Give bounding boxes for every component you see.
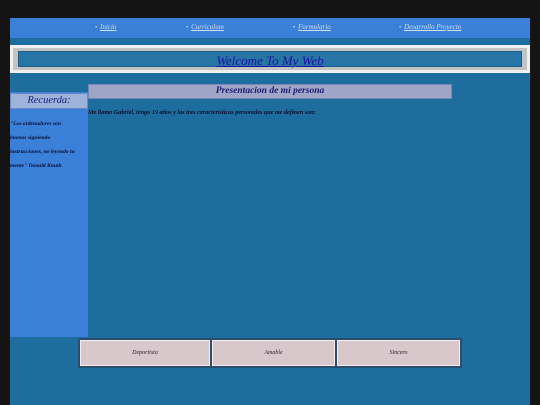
sidebar: Recuerda: "Los ordenadores son buenos si…: [10, 92, 88, 337]
traits-table: Deportista Amable Sincero: [78, 338, 462, 368]
top-navigation: • Inicio • Curriculum • Formulario • Desarro…: [10, 18, 530, 38]
trait-cell-sincero: Sincero: [337, 340, 460, 366]
section-heading: Presentacion de mi persona: [88, 84, 452, 99]
bullet-icon: •: [95, 25, 98, 31]
banner-frame: Welcome To My Web: [10, 45, 530, 73]
sidebar-quote: "Los ordenadores son buenos siguiendo in…: [10, 117, 88, 173]
nav-link-desarrollo-proyecto[interactable]: • Desarrollo Proyecto: [399, 23, 461, 31]
banner: Welcome To My Web: [18, 51, 522, 68]
intro-text: Me llamo Gabriel, tengo 19 años y las tr…: [88, 109, 316, 116]
sidebar-heading: Recuerda:: [10, 93, 88, 109]
quote-line: "Los ordenadores son: [10, 121, 61, 127]
quote-line: instrucciones, no leyendo tu: [10, 149, 75, 155]
banner-title-link[interactable]: Welcome To My Web: [216, 53, 323, 68]
nav-link-inicio[interactable]: • Inicio: [95, 23, 116, 31]
nav-link-curriculum[interactable]: • Curriculum: [186, 23, 224, 31]
trait-cell-amable: Amable: [212, 340, 335, 366]
nav-link-formulario[interactable]: • Formulario: [293, 23, 331, 31]
bullet-icon: •: [293, 25, 296, 31]
bullet-icon: •: [399, 25, 402, 31]
bullet-icon: •: [186, 25, 189, 31]
quote-line: mente" Donald Knuth: [10, 163, 62, 169]
trait-cell-deportista: Deportista: [80, 340, 210, 366]
banner-bevel: Welcome To My Web: [13, 48, 527, 70]
quote-line: buenos siguiendo: [10, 135, 51, 141]
page: • Inicio • Curriculum • Formulario • Desarro…: [10, 18, 530, 405]
